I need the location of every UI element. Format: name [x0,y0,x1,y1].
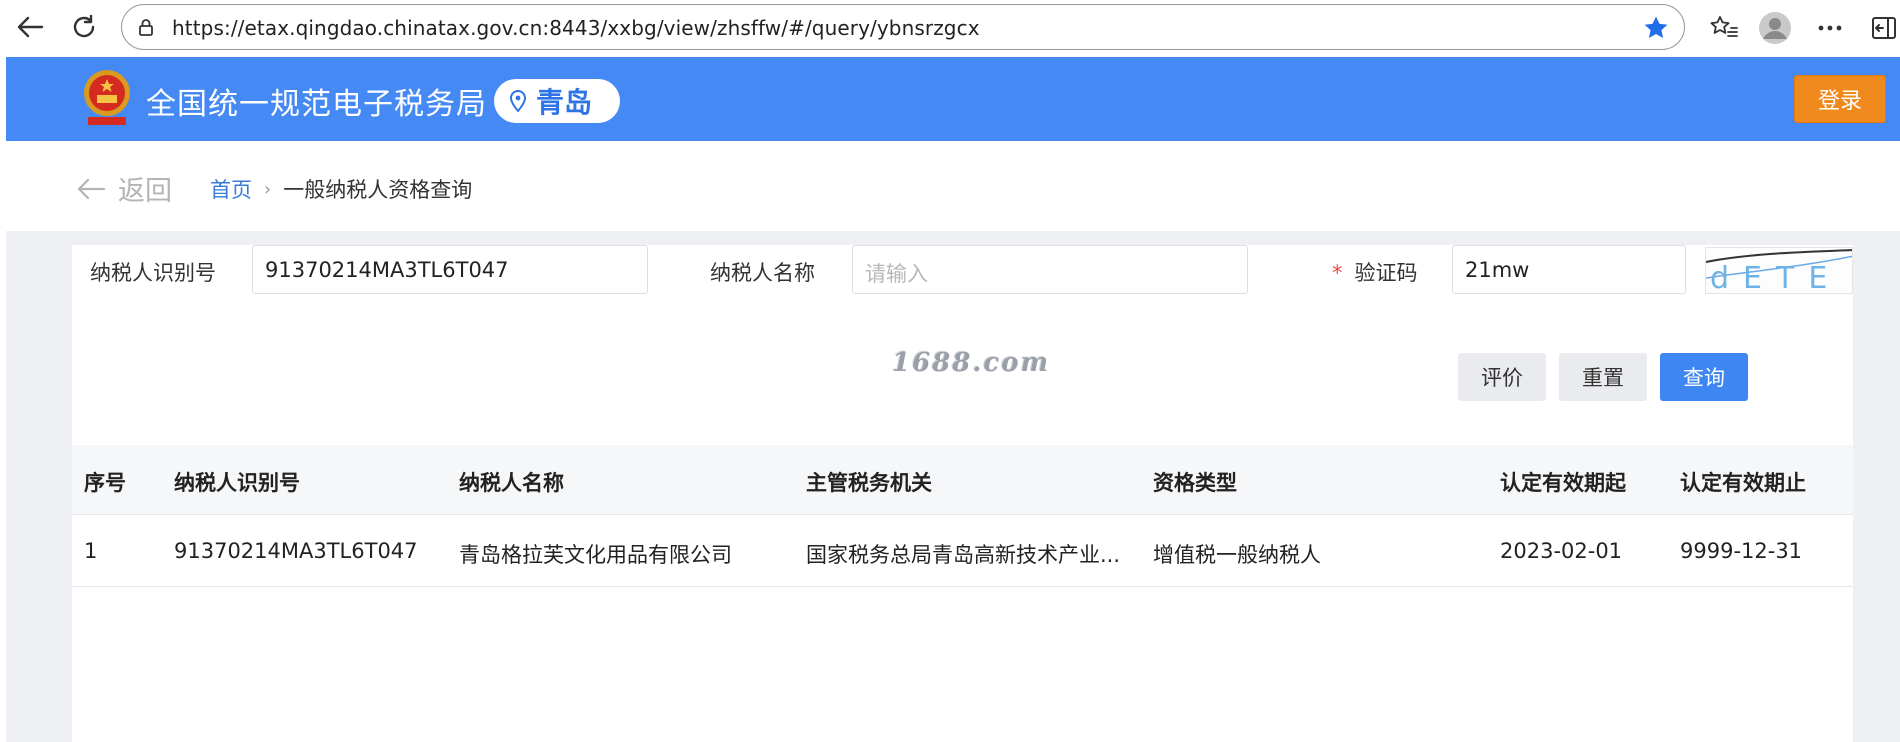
browser-toolbar: https://etax.qingdao.chinatax.gov.cn:844… [0,0,1900,57]
login-button[interactable]: 登录 [1794,75,1886,123]
result-table: 序号 纳税人识别号 纳税人名称 主管税务机关 资格类型 认定有效期起 认定有效期… [72,433,1853,742]
cell-tax-authority: 国家税务总局青岛高新技术产业... [806,543,1121,567]
column-header: 主管税务机关 [806,471,932,495]
taxpayer-id-input[interactable]: 91370214MA3TL6T047 [252,245,648,294]
captcha-image[interactable]: dETE [1705,247,1853,294]
column-header: 序号 [84,471,126,495]
profile-avatar-icon[interactable] [1757,10,1793,46]
query-button[interactable]: 查询 [1660,353,1748,401]
back-link[interactable]: 返回 [76,169,172,208]
refresh-icon[interactable] [64,9,104,45]
captcha-image-text: dETE [1710,261,1841,294]
back-arrow-icon[interactable] [10,9,50,45]
back-arrow-icon [77,178,106,199]
lock-icon[interactable] [136,17,156,37]
cell-taxpayer-name: 青岛格拉芙文化用品有限公司 [459,543,732,567]
site-header: 全国统一规范电子税务局 青岛 登录 [6,57,1900,141]
national-emblem-icon [84,70,130,125]
taxpayer-id-label: 纳税人识别号 [90,261,216,285]
back-label: 返回 [118,176,172,207]
cell-valid-from: 2023-02-01 [1500,539,1623,563]
table-row[interactable]: 1 91370214MA3TL6T047 青岛格拉芙文化用品有限公司 国家税务总… [72,515,1853,587]
page-content: 纳税人识别号 91370214MA3TL6T047 纳税人名称 请输入 * 验证码… [6,231,1900,742]
region-label: 青岛 [536,86,593,119]
breadcrumb-bar: 返回 首页 › 一般纳税人资格查询 [6,141,1900,231]
favorites-list-icon[interactable] [1706,10,1742,46]
query-form: 纳税人识别号 91370214MA3TL6T047 纳税人名称 请输入 * 验证码… [72,245,1853,433]
cell-index: 1 [84,539,98,563]
reset-button[interactable]: 重置 [1559,353,1647,401]
chevron-right-icon: › [264,178,272,200]
favorite-star-icon[interactable] [1642,14,1670,42]
column-header: 纳税人名称 [459,471,564,495]
captcha-label-text: 验证码 [1354,261,1418,285]
column-header: 认定有效期止 [1680,471,1806,495]
column-header: 资格类型 [1153,471,1237,495]
site-title: 全国统一规范电子税务局 [146,87,487,122]
cell-qualification-type: 增值税一般纳税人 [1153,543,1321,567]
cell-valid-to: 9999-12-31 [1680,539,1803,563]
location-pin-icon [509,89,527,113]
evaluate-button[interactable]: 评价 [1458,353,1546,401]
watermark-text: 1688.com [892,348,1051,378]
region-selector[interactable]: 青岛 [494,79,620,123]
cell-taxpayer-id: 91370214MA3TL6T047 [174,539,418,563]
column-header: 纳税人识别号 [174,471,300,495]
sidebar-toggle-icon[interactable] [1866,10,1900,46]
captcha-input[interactable]: 21mw [1452,245,1686,294]
captcha-label: * 验证码 [1332,257,1418,287]
breadcrumb: 首页 › 一般纳税人资格查询 [210,174,472,204]
breadcrumb-home-link[interactable]: 首页 [210,174,252,204]
taxpayer-name-input[interactable]: 请输入 [852,245,1248,294]
required-mark: * [1332,261,1343,285]
table-header: 序号 纳税人识别号 纳税人名称 主管税务机关 资格类型 认定有效期起 认定有效期… [72,445,1853,515]
more-menu-icon[interactable] [1812,10,1848,46]
taxpayer-name-label: 纳税人名称 [710,261,815,285]
url-text: https://etax.qingdao.chinatax.gov.cn:844… [172,16,980,40]
address-bar[interactable]: https://etax.qingdao.chinatax.gov.cn:844… [121,4,1685,50]
breadcrumb-current: 一般纳税人资格查询 [283,178,473,202]
column-header: 认定有效期起 [1500,471,1626,495]
